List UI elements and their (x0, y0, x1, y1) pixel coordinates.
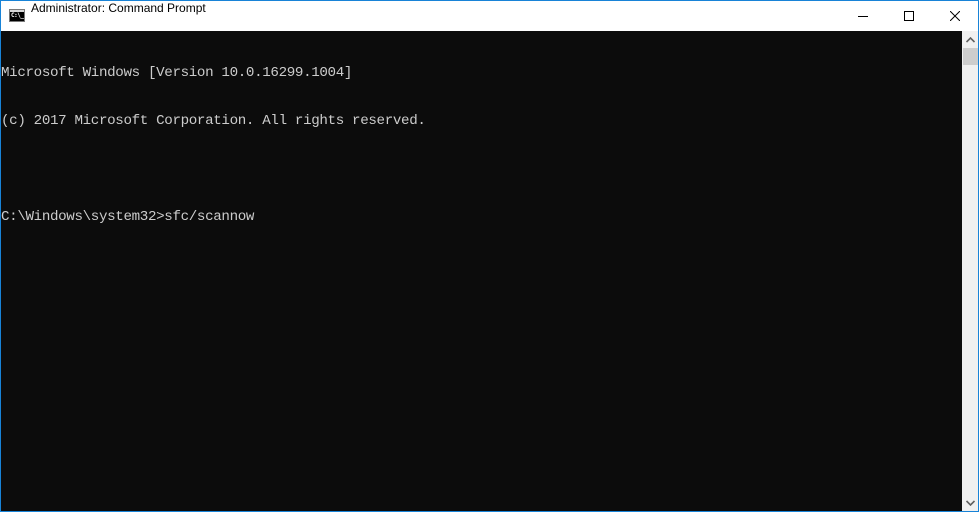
cmd-icon[interactable]: C:\_ (9, 9, 25, 22)
console-line-copyright: (c) 2017 Microsoft Corporation. All righ… (1, 113, 426, 129)
chevron-down-icon (965, 499, 975, 506)
minimize-button[interactable] (840, 1, 886, 31)
maximize-button[interactable] (886, 1, 932, 31)
vertical-scrollbar[interactable] (962, 31, 978, 511)
command-prompt-window: C:\_ Administrator: Command Prompt Micro… (0, 0, 979, 512)
console-line-command: C:\Windows\system32>sfc/scannow (1, 209, 255, 225)
scrollbar-thumb[interactable] (963, 48, 978, 65)
console-line-version: Microsoft Windows [Version 10.0.16299.10… (1, 65, 353, 81)
scroll-up-button[interactable] (962, 31, 978, 48)
console-output[interactable]: Microsoft Windows [Version 10.0.16299.10… (1, 31, 962, 511)
icon-glyph-text: C:\_ (11, 12, 24, 19)
close-icon (950, 11, 960, 21)
chevron-up-icon (965, 36, 975, 43)
close-button[interactable] (932, 1, 978, 31)
maximize-icon (904, 11, 914, 21)
minimize-icon (858, 16, 868, 17)
title-bar[interactable]: C:\_ Administrator: Command Prompt (1, 1, 978, 31)
window-title: Administrator: Command Prompt (31, 1, 206, 15)
scroll-down-button[interactable] (962, 494, 978, 511)
